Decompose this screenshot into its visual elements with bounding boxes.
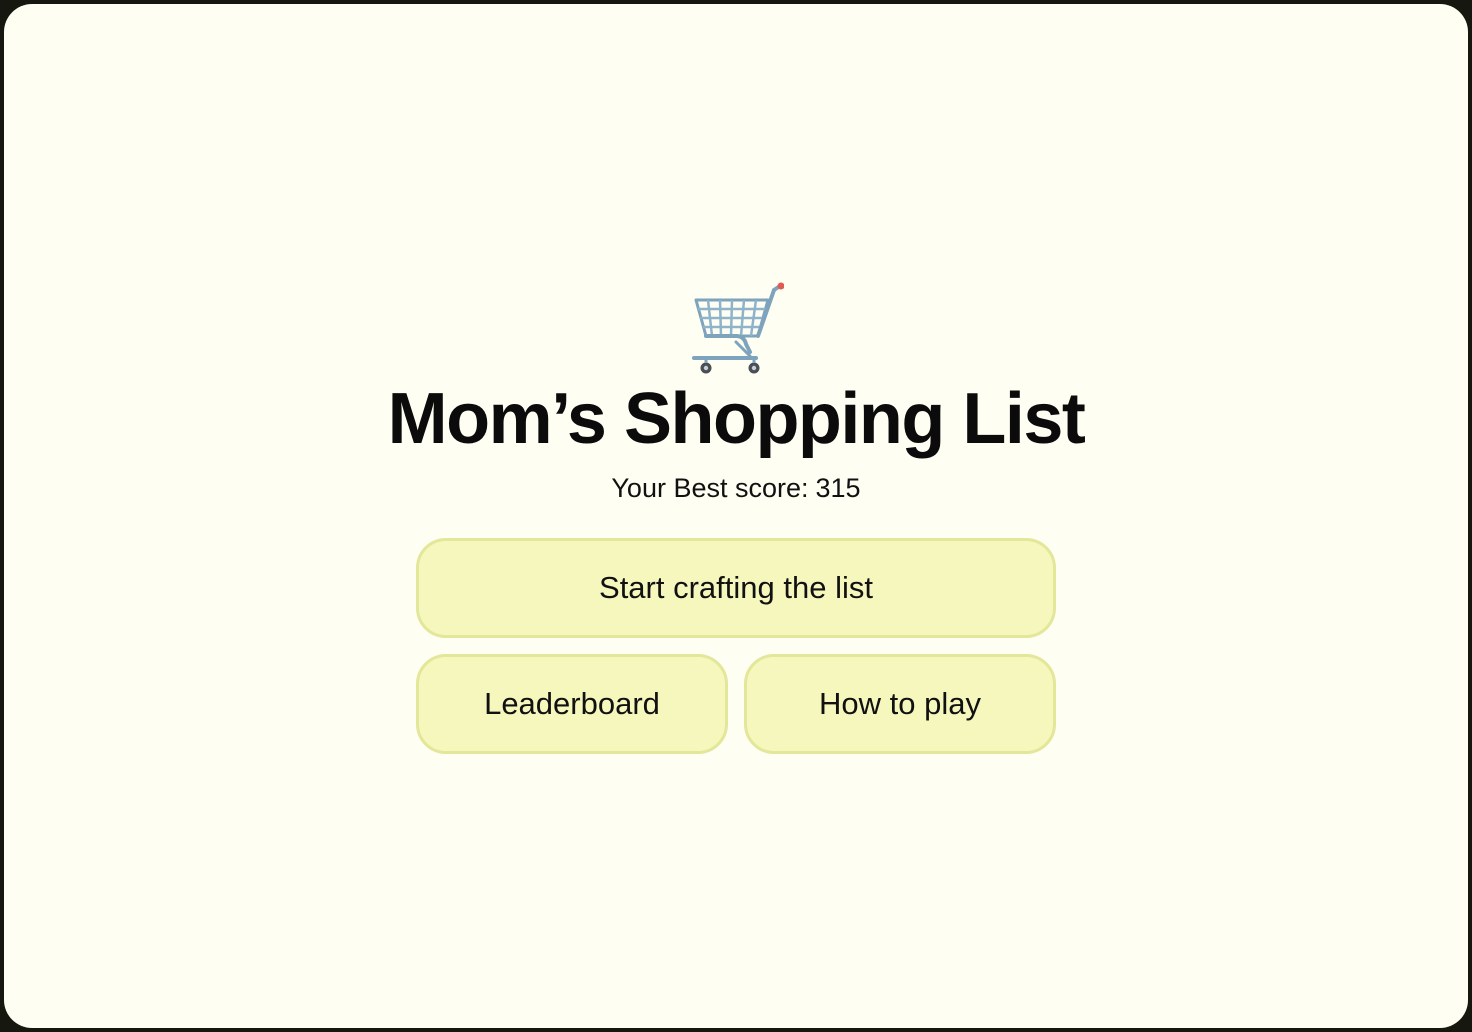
main-menu: Mom’s Shopping List Your Best score: 315 … [4,4,1468,1028]
shopping-cart-icon [692,282,784,374]
game-window: Mom’s Shopping List Your Best score: 315 … [4,4,1468,1028]
how-to-play-label: How to play [819,686,981,721]
best-score-value: 315 [815,473,861,503]
leaderboard-button[interactable]: Leaderboard [416,654,728,754]
start-crafting-label: Start crafting the list [599,570,873,605]
best-score: Your Best score: 315 [4,470,1468,506]
game-title: Mom’s Shopping List [387,379,1086,459]
how-to-play-button[interactable]: How to play [744,654,1056,754]
leaderboard-label: Leaderboard [484,686,660,721]
best-score-label: Your Best score: [611,473,809,503]
start-crafting-button[interactable]: Start crafting the list [416,538,1056,638]
